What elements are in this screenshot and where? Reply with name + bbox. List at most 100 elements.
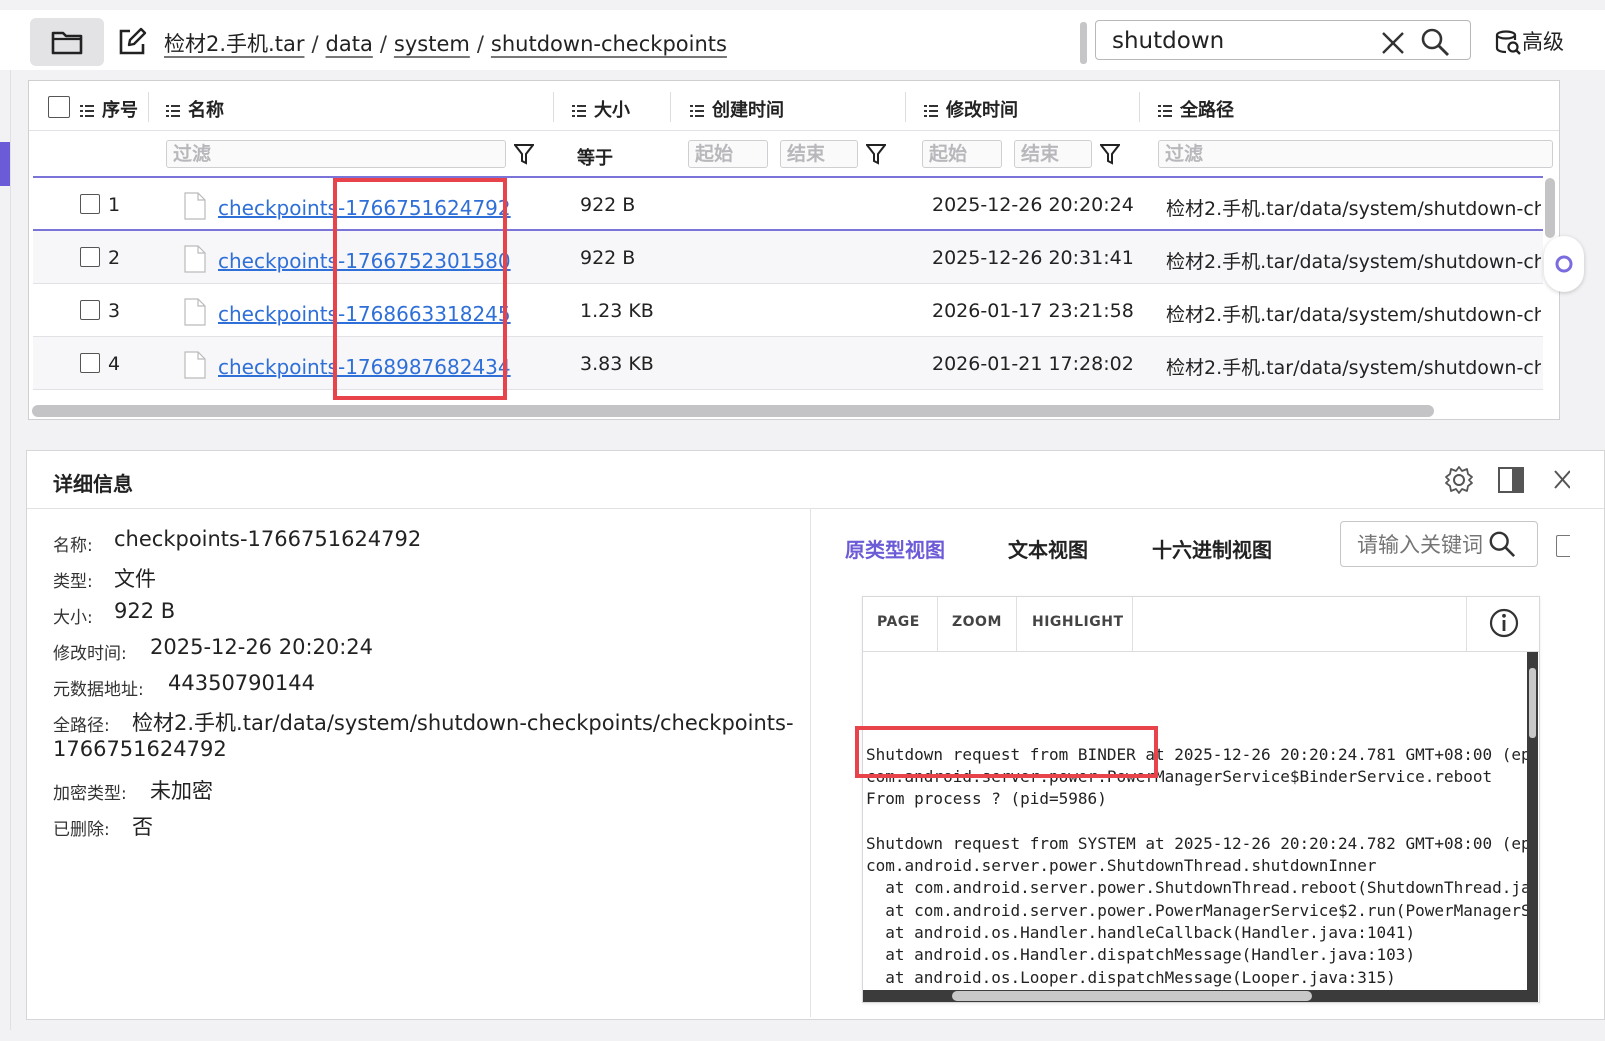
column-header-name[interactable]: 名称 — [166, 96, 224, 122]
viewer-search-input[interactable] — [1355, 528, 1485, 562]
gear-icon[interactable] — [1444, 465, 1474, 495]
property-path-value-cont: 1766751624792 — [53, 737, 227, 761]
tab-text-view[interactable]: 文本视图 — [1008, 534, 1088, 563]
log-line: at com.android.server.power.PowerManager… — [866, 901, 1527, 920]
file-size: 922 B — [580, 194, 636, 216]
column-divider — [1139, 92, 1140, 122]
file-icon — [184, 298, 206, 326]
search-icon[interactable] — [1420, 27, 1450, 57]
filter-icon[interactable] — [514, 143, 534, 165]
row-checkbox[interactable] — [80, 353, 100, 373]
row-separator — [33, 389, 1543, 390]
row-index: 1 — [108, 194, 121, 216]
breadcrumb-item[interactable]: shutdown-checkpoints — [491, 32, 727, 56]
name-filter-input[interactable]: 过滤 — [166, 140, 506, 168]
property-deleted-value: 否 — [132, 815, 153, 839]
toolbar-divider — [1466, 597, 1467, 651]
folder-button[interactable] — [30, 18, 104, 66]
left-divider — [10, 70, 11, 1030]
row-checkbox[interactable] — [80, 247, 100, 267]
highlight-box — [333, 178, 507, 400]
folder-icon — [51, 31, 83, 55]
list-icon — [690, 105, 704, 117]
search-input[interactable] — [1110, 23, 1374, 59]
row-checkbox[interactable] — [80, 194, 100, 214]
column-label: 序号 — [102, 100, 138, 121]
split-view-icon[interactable] — [1497, 466, 1525, 494]
edit-button[interactable] — [116, 26, 150, 60]
breadcrumb-item[interactable]: system — [394, 32, 470, 56]
advanced-search-button[interactable]: 高级 — [1494, 26, 1564, 57]
breadcrumb: 检材2.手机.tar / data / system / shutdown-checkpoi… — [164, 32, 727, 56]
full-path: 检材2.手机.tar/data/system/shutdown-che — [1166, 251, 1541, 273]
zoom-button[interactable]: ZOOM — [952, 614, 1002, 630]
horizontal-scrollbar[interactable] — [32, 405, 1434, 417]
full-path: 检材2.手机.tar/data/system/shutdown-che — [1166, 198, 1541, 220]
filter-icon[interactable] — [1100, 143, 1120, 165]
property-label: 类型: — [53, 572, 93, 592]
log-line: at android.os.Looper.dispatchMessage(Loo… — [866, 968, 1396, 987]
assistant-icon — [1555, 255, 1573, 273]
advanced-search-icon — [1495, 30, 1521, 55]
viewer-vertical-thumb[interactable] — [1529, 668, 1536, 738]
detail-split-divider — [810, 509, 811, 1017]
viewer-horizontal-thumb[interactable] — [952, 991, 1312, 1001]
column-divider — [905, 92, 906, 122]
modified-time: 2026-01-17 23:21:58 — [932, 300, 1134, 322]
toolbar-divider — [1132, 597, 1133, 651]
modified-end-input[interactable]: 结束 — [1014, 140, 1092, 168]
highlight-box — [855, 726, 1158, 778]
detail-title: 详细信息 — [53, 472, 133, 496]
list-icon — [80, 105, 94, 117]
column-divider — [670, 92, 671, 122]
select-all-checkbox[interactable] — [48, 96, 70, 118]
close-icon[interactable] — [1380, 30, 1406, 56]
log-line: at android.os.Handler.dispatchMessage(Ha… — [866, 945, 1416, 964]
list-icon — [166, 105, 180, 117]
tab-hex-view[interactable]: 十六进制视图 — [1152, 534, 1272, 563]
side-indicator — [0, 142, 10, 186]
breadcrumb-item[interactable]: 检材2.手机.tar — [164, 32, 304, 56]
detail-header-divider — [27, 508, 1604, 509]
highlight-button[interactable]: HIGHLIGHT — [1032, 614, 1124, 630]
modified-time: 2025-12-26 20:20:24 — [932, 194, 1134, 216]
column-label: 大小 — [594, 100, 630, 121]
property-size-value: 922 B — [114, 599, 176, 623]
file-size: 1.23 KB — [580, 300, 654, 322]
column-header-created[interactable]: 创建时间 — [690, 96, 784, 122]
property-name-value: checkpoints-1766751624792 — [114, 527, 422, 551]
created-start-input[interactable]: 起始 — [688, 140, 768, 168]
size-filter-operator[interactable]: 等于 — [577, 144, 613, 170]
log-line: at com.android.server.power.ShutdownThre… — [866, 878, 1527, 897]
log-line: From process ? (pid=5986) — [866, 789, 1107, 808]
column-header-index[interactable]: 序号 — [80, 96, 138, 122]
column-header-fullpath[interactable]: 全路径 — [1158, 96, 1234, 122]
close-icon[interactable] — [1552, 468, 1570, 492]
list-icon — [924, 105, 938, 117]
export-icon[interactable] — [1556, 535, 1570, 557]
property-type-value: 文件 — [114, 567, 156, 591]
file-size: 922 B — [580, 247, 636, 269]
column-header-modified[interactable]: 修改时间 — [924, 96, 1018, 122]
info-icon[interactable] — [1488, 607, 1520, 639]
search-icon[interactable] — [1488, 530, 1516, 558]
column-header-size[interactable]: 大小 — [572, 96, 630, 122]
column-divider — [148, 92, 149, 122]
page-button[interactable]: PAGE — [877, 614, 920, 630]
fullpath-filter-input[interactable]: 过滤 — [1158, 140, 1553, 168]
modified-time: 2025-12-26 20:31:41 — [932, 247, 1134, 269]
resize-handle[interactable] — [1080, 22, 1087, 64]
floating-assistant-button[interactable] — [1544, 236, 1584, 292]
breadcrumb-item[interactable]: data — [326, 32, 373, 56]
filter-icon[interactable] — [866, 143, 886, 165]
advanced-label: 高级 — [1522, 30, 1564, 54]
full-path: 检材2.手机.tar/data/system/shutdown-che — [1166, 357, 1541, 379]
file-icon — [184, 192, 206, 220]
column-label: 修改时间 — [946, 100, 1018, 121]
created-end-input[interactable]: 结束 — [780, 140, 858, 168]
property-enc-value: 未加密 — [150, 779, 213, 803]
modified-start-input[interactable]: 起始 — [922, 140, 1002, 168]
tab-native-view[interactable]: 原类型视图 — [845, 534, 945, 563]
vertical-scrollbar[interactable] — [1545, 178, 1555, 238]
row-checkbox[interactable] — [80, 300, 100, 320]
